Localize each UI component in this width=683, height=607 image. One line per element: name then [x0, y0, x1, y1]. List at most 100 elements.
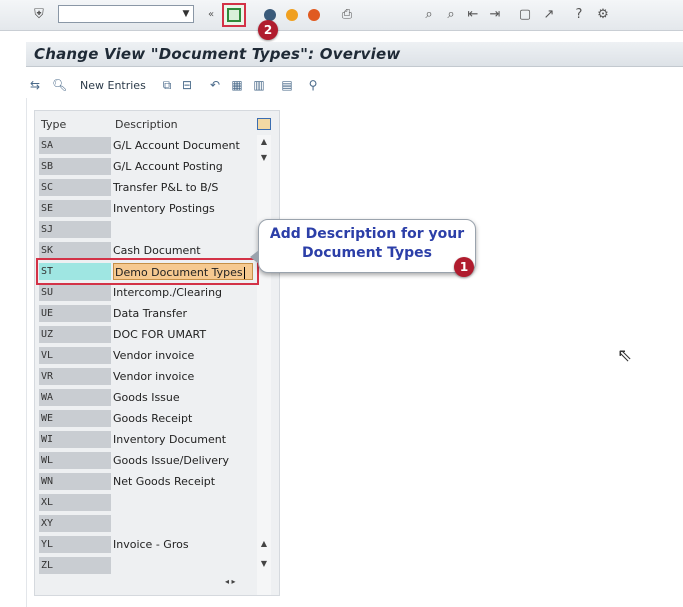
- command-field[interactable]: ▼: [58, 5, 194, 23]
- table-row[interactable]: WN Net Goods Receipt: [35, 471, 281, 492]
- document-type-cell[interactable]: SC: [39, 179, 111, 196]
- description-cell[interactable]: Cash Document: [113, 242, 253, 259]
- scroll-up-page-icon[interactable]: ▼: [257, 153, 271, 162]
- find-icon[interactable]: ⌕: [420, 6, 438, 24]
- table-row[interactable]: YL Invoice - Gros: [35, 534, 281, 555]
- save-button[interactable]: [222, 3, 246, 27]
- table-settings-icon[interactable]: [257, 118, 271, 130]
- description-cell[interactable]: [113, 494, 253, 511]
- table-row[interactable]: SK Cash Document: [35, 240, 281, 261]
- new-entries-button[interactable]: New Entries: [80, 79, 146, 92]
- document-type-cell[interactable]: UE: [39, 305, 111, 322]
- description-cell[interactable]: Net Goods Receipt: [113, 473, 253, 490]
- table-row[interactable]: SA G/L Account Document: [35, 135, 281, 156]
- document-type-cell[interactable]: ST: [39, 263, 111, 280]
- document-type-cell[interactable]: VR: [39, 368, 111, 385]
- document-type-cell[interactable]: SU: [39, 284, 111, 301]
- vertical-scrollbar[interactable]: ▲ ▼ ▲ ▼: [257, 135, 271, 595]
- description-cell[interactable]: Vendor invoice: [113, 368, 253, 385]
- table-row[interactable]: SE Inventory Postings: [35, 198, 281, 219]
- description-cell[interactable]: Invoice - Gros: [113, 536, 253, 553]
- description-cell[interactable]: Data Transfer: [113, 305, 253, 322]
- details-icon[interactable]: 🔍︎: [52, 78, 67, 92]
- table-row[interactable]: WL Goods Issue/Delivery: [35, 450, 281, 471]
- document-type-cell[interactable]: YL: [39, 536, 111, 553]
- display-change-icon[interactable]: ⇆: [28, 78, 42, 92]
- description-cell[interactable]: [113, 515, 253, 532]
- last-page-icon[interactable]: ⇥: [486, 6, 504, 24]
- column-header-type[interactable]: Type: [41, 118, 66, 131]
- document-type-cell[interactable]: SK: [39, 242, 111, 259]
- description-cell[interactable]: Vendor invoice: [113, 347, 253, 364]
- chevron-left-icon[interactable]: «: [202, 6, 220, 24]
- chevron-down-icon[interactable]: ▼: [180, 7, 192, 21]
- table-row[interactable]: SU Intercomp./Clearing: [35, 282, 281, 303]
- deselect-all-icon[interactable]: ▤: [280, 78, 294, 92]
- select-block-icon[interactable]: ▥: [252, 78, 266, 92]
- copy-as-icon[interactable]: ⧉: [160, 78, 174, 92]
- description-cell[interactable]: Inventory Postings: [113, 200, 253, 217]
- table-row[interactable]: VR Vendor invoice: [35, 366, 281, 387]
- description-cell[interactable]: Inventory Document: [113, 431, 253, 448]
- description-cell[interactable]: [113, 557, 253, 574]
- scroll-down-icon[interactable]: ▼: [257, 559, 271, 568]
- new-session-icon[interactable]: ▢: [516, 6, 534, 24]
- document-type-cell[interactable]: XY: [39, 515, 111, 532]
- document-type-cell[interactable]: UZ: [39, 326, 111, 343]
- document-type-cell[interactable]: XL: [39, 494, 111, 511]
- table-row[interactable]: WE Goods Receipt: [35, 408, 281, 429]
- exit-icon[interactable]: [286, 9, 298, 21]
- delete-icon[interactable]: ⊟: [180, 78, 194, 92]
- description-cell[interactable]: [113, 221, 253, 238]
- help-icon[interactable]: ?: [570, 6, 588, 24]
- description-cell[interactable]: Intercomp./Clearing: [113, 284, 253, 301]
- document-type-cell[interactable]: WA: [39, 389, 111, 406]
- table-row[interactable]: ZL: [35, 555, 281, 576]
- shield-icon[interactable]: ⛨: [30, 6, 48, 24]
- column-header-description[interactable]: Description: [115, 118, 178, 131]
- description-cell[interactable]: G/L Account Posting: [113, 158, 253, 175]
- shortcut-icon[interactable]: ↗: [540, 6, 558, 24]
- description-cell[interactable]: Transfer P&L to B/S: [113, 179, 253, 196]
- table-row[interactable]: XL: [35, 492, 281, 513]
- dialog-structure-gutter: [0, 98, 27, 607]
- table-row[interactable]: UE Data Transfer: [35, 303, 281, 324]
- document-type-cell[interactable]: SJ: [39, 221, 111, 238]
- first-page-icon[interactable]: ⇤: [464, 6, 482, 24]
- table-row[interactable]: SJ: [35, 219, 281, 240]
- document-type-cell[interactable]: WE: [39, 410, 111, 427]
- find-next-icon[interactable]: ⌕: [442, 6, 460, 24]
- description-cell[interactable]: DOC FOR UMART: [113, 326, 253, 343]
- document-type-cell[interactable]: VL: [39, 347, 111, 364]
- document-type-cell[interactable]: WI: [39, 431, 111, 448]
- document-type-cell[interactable]: ZL: [39, 557, 111, 574]
- document-type-cell[interactable]: SE: [39, 200, 111, 217]
- document-type-cell[interactable]: WL: [39, 452, 111, 469]
- description-cell[interactable]: Goods Receipt: [113, 410, 253, 427]
- table-row[interactable]: SB G/L Account Posting: [35, 156, 281, 177]
- table-row[interactable]: WA Goods Issue: [35, 387, 281, 408]
- description-cell[interactable]: Goods Issue: [113, 389, 253, 406]
- scroll-down-page-icon[interactable]: ▲: [257, 539, 271, 548]
- table-row[interactable]: WI Inventory Document: [35, 429, 281, 450]
- document-type-cell[interactable]: SB: [39, 158, 111, 175]
- table-row[interactable]: XY: [35, 513, 281, 534]
- scroll-up-icon[interactable]: ▲: [257, 137, 271, 146]
- description-cell[interactable]: Goods Issue/Delivery: [113, 452, 253, 469]
- document-type-cell[interactable]: SA: [39, 137, 111, 154]
- select-all-icon[interactable]: ▦: [230, 78, 244, 92]
- bc-set-icon[interactable]: ⚲: [306, 78, 320, 92]
- print-icon[interactable]: ⎙: [338, 6, 356, 24]
- cancel-icon[interactable]: [308, 9, 320, 21]
- table-row[interactable]: VL Vendor invoice: [35, 345, 281, 366]
- customize-layout-icon[interactable]: ⚙: [594, 6, 612, 24]
- table-row[interactable]: SC Transfer P&L to B/S: [35, 177, 281, 198]
- horizontal-scroll-arrows[interactable]: ◂ ▸: [225, 577, 236, 586]
- undo-change-icon[interactable]: ↶: [208, 78, 222, 92]
- description-input[interactable]: Demo Document Types: [113, 263, 253, 280]
- document-types-table: Type Description SA G/L Account Document S…: [34, 110, 280, 596]
- table-row[interactable]: ST Demo Document Types: [35, 261, 281, 282]
- description-cell[interactable]: G/L Account Document: [113, 137, 253, 154]
- document-type-cell[interactable]: WN: [39, 473, 111, 490]
- table-row[interactable]: UZ DOC FOR UMART: [35, 324, 281, 345]
